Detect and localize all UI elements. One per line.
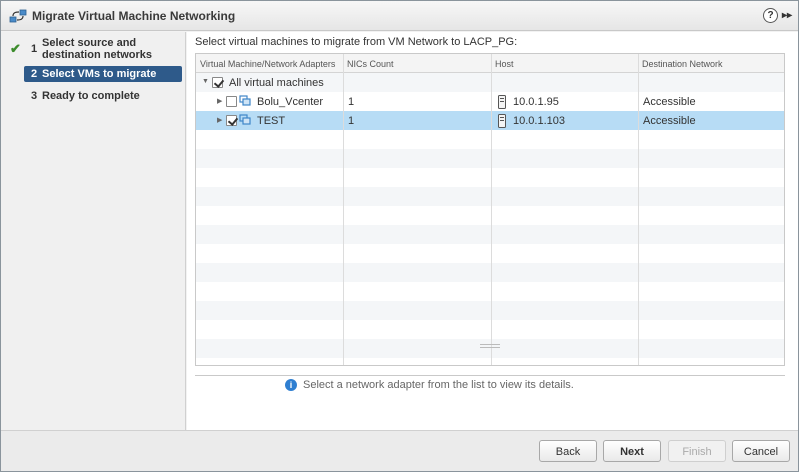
root-label: All virtual machines: [229, 77, 324, 89]
expand-icon[interactable]: ▸▸: [782, 8, 796, 23]
step-number: 3: [31, 90, 38, 102]
dialog-footer: Back Next Finish Cancel: [1, 430, 798, 471]
column-header-nics[interactable]: NICs Count: [347, 59, 394, 69]
detail-hint-text: Select a network adapter from the list t…: [303, 379, 574, 391]
nics-count: 1: [348, 115, 355, 127]
step-label: Ready to complete: [42, 90, 140, 102]
step-label-line2: destination networks: [42, 49, 153, 61]
cancel-button[interactable]: Cancel: [732, 440, 790, 462]
nics-count: 1: [348, 96, 355, 108]
pane-splitter[interactable]: [195, 375, 785, 376]
vm-checkbox[interactable]: [226, 115, 237, 126]
vm-icon: [239, 114, 251, 125]
destination-network: Accessible: [643, 96, 696, 108]
vm-icon: [239, 95, 251, 106]
title-bar: Migrate Virtual Machine Networking ? ▸▸: [1, 1, 798, 31]
expand-arrow-icon[interactable]: ▶: [217, 97, 222, 105]
column-header-host[interactable]: Host: [495, 59, 514, 69]
migrate-networking-dialog: Migrate Virtual Machine Networking ? ▸▸ …: [0, 0, 799, 472]
wizard-steps-nav: ✔ 1 Select source and destination networ…: [1, 32, 186, 430]
info-icon: i: [285, 379, 297, 391]
step-label-line1: Select source and: [42, 37, 137, 49]
collapse-arrow-icon[interactable]: ▼: [202, 78, 209, 85]
vm-name: TEST: [257, 115, 286, 127]
step-complete-check-icon: ✔: [10, 41, 21, 56]
expand-arrow-icon[interactable]: ▶: [217, 116, 222, 124]
vm-adapter-grid: Virtual Machine/Network Adapters NICs Co…: [195, 53, 785, 366]
back-button[interactable]: Back: [539, 440, 597, 462]
main-panel: Select virtual machines to migrate from …: [187, 32, 798, 430]
next-button[interactable]: Next: [603, 440, 661, 462]
host-address: 10.0.1.95: [513, 96, 559, 108]
dialog-title: Migrate Virtual Machine Networking: [32, 9, 236, 23]
wizard-step-3[interactable]: 3 Ready to complete: [1, 90, 186, 104]
host-address: 10.0.1.103: [513, 115, 565, 127]
wizard-step-1[interactable]: ✔ 1 Select source and destination networ…: [1, 37, 186, 67]
step-number: 1: [31, 43, 38, 55]
finish-button[interactable]: Finish: [668, 440, 726, 462]
host-icon: [498, 114, 506, 128]
vm-checkbox[interactable]: [226, 96, 237, 107]
network-migrate-icon: [9, 9, 27, 23]
step-label: Select VMs to migrate: [42, 68, 157, 80]
instruction-text: Select virtual machines to migrate from …: [195, 36, 518, 48]
column-divider[interactable]: [343, 54, 344, 365]
host-icon: [498, 95, 506, 109]
step-number: 2: [31, 68, 38, 80]
wizard-step-2[interactable]: 2 Select VMs to migrate: [24, 66, 182, 82]
help-button[interactable]: ?: [763, 8, 778, 23]
splitter-grip-icon[interactable]: [480, 344, 500, 348]
column-header-vm[interactable]: Virtual Machine/Network Adapters: [200, 59, 335, 69]
destination-network: Accessible: [643, 115, 696, 127]
column-header-destination[interactable]: Destination Network: [642, 59, 723, 69]
column-divider[interactable]: [638, 54, 639, 365]
column-divider[interactable]: [491, 54, 492, 365]
select-all-checkbox[interactable]: [212, 77, 223, 88]
vm-name: Bolu_Vcenter: [257, 96, 324, 108]
